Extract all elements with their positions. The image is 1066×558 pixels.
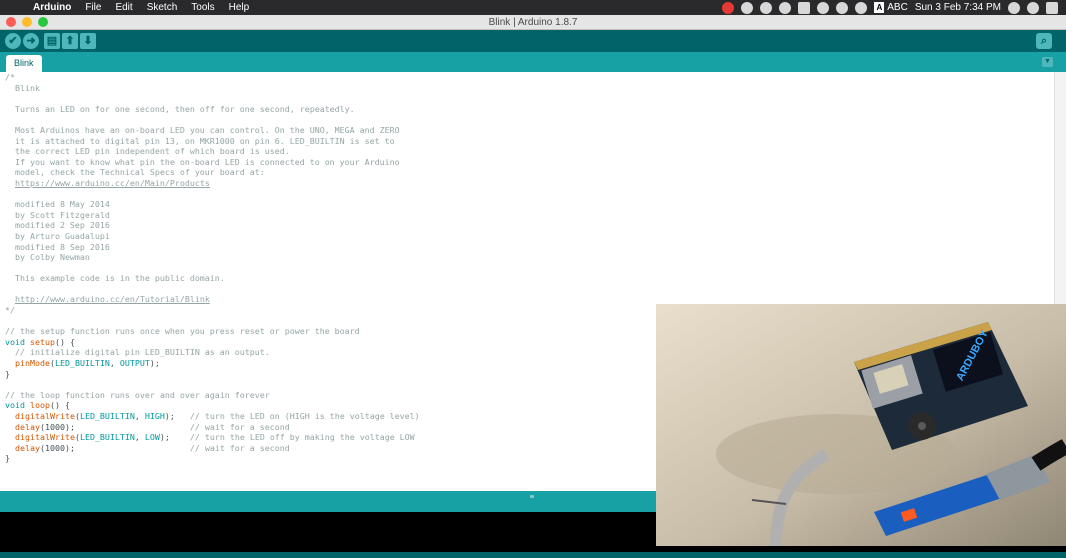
code-line[interactable] (5, 379, 420, 390)
minimize-window-button[interactable] (22, 17, 32, 27)
siri-icon[interactable] (1027, 1, 1039, 14)
tab-strip: Blink ▼ (0, 52, 1066, 72)
window-title-bar: Blink | Arduino 1.8.7 (0, 15, 1066, 30)
code-line[interactable]: the correct LED pin independent of which… (5, 146, 420, 157)
webcam-overlay: ARDUBOY (656, 304, 1066, 546)
input-source-menu[interactable]: A ABC (874, 2, 908, 13)
code-line[interactable]: modified 8 Sep 2016 (5, 242, 420, 253)
tab-menu-button[interactable]: ▼ (1042, 57, 1053, 67)
menu-bar: Arduino File Edit Sketch Tools Help A AB… (0, 0, 1066, 15)
code-line[interactable]: Blink (5, 83, 420, 94)
code-line[interactable]: If you want to know what pin the on-boar… (5, 157, 420, 168)
input-source-badge: A (874, 2, 885, 13)
tray-app-icon[interactable] (741, 1, 754, 14)
code-line[interactable]: // the loop function runs over and over … (5, 390, 420, 401)
code-line[interactable] (5, 316, 420, 327)
toolbar: ✔ ➜ ▤ ⬆ ⬇ ⌕ (0, 30, 1066, 52)
code-line[interactable]: */ (5, 305, 420, 316)
status-bar (0, 552, 1066, 558)
menu-help[interactable]: Help (222, 0, 257, 15)
maximize-window-button[interactable] (38, 17, 48, 27)
wifi-icon[interactable] (855, 1, 868, 14)
code-line[interactable]: it is attached to digital pin 13, on MKR… (5, 136, 420, 147)
code-line[interactable] (5, 284, 420, 295)
bluetooth-icon[interactable] (836, 1, 849, 14)
menu-tools[interactable]: Tools (184, 0, 221, 15)
code-line[interactable]: } (5, 453, 420, 464)
code-line[interactable]: delay(1000); // wait for a second (5, 443, 420, 454)
code-line[interactable]: Turns an LED on for one second, then off… (5, 104, 420, 115)
upload-button[interactable]: ➜ (23, 33, 39, 49)
time-machine-icon[interactable] (817, 1, 830, 14)
code-line[interactable]: } (5, 369, 420, 380)
code-line[interactable]: modified 8 May 2014 (5, 199, 420, 210)
input-source-label: ABC (887, 2, 908, 13)
code-line[interactable]: modified 2 Sep 2016 (5, 220, 420, 231)
skype-icon[interactable] (760, 1, 773, 14)
code-line[interactable]: digitalWrite(LED_BUILTIN, LOW); // turn … (5, 432, 420, 443)
open-sketch-button[interactable]: ⬆ (62, 33, 78, 49)
new-sketch-button[interactable]: ▤ (44, 33, 60, 49)
code-line[interactable] (5, 189, 420, 200)
code-line[interactable]: Most Arduinos have an on-board LED you c… (5, 125, 420, 136)
close-window-button[interactable] (6, 17, 16, 27)
code-line[interactable]: // initialize digital pin LED_BUILTIN as… (5, 347, 420, 358)
code-line[interactable]: This example code is in the public domai… (5, 273, 420, 284)
code-line[interactable]: pinMode(LED_BUILTIN, OUTPUT); (5, 358, 420, 369)
code-text[interactable]: /* Blink Turns an LED on for one second,… (5, 72, 420, 464)
code-line[interactable]: /* (5, 72, 420, 83)
code-line[interactable]: by Arturo Guadalupi (5, 231, 420, 242)
menu-edit[interactable]: Edit (108, 0, 139, 15)
notification-center-icon[interactable] (1046, 1, 1058, 14)
tray-app-icon-2[interactable] (779, 1, 792, 14)
code-line[interactable] (5, 93, 420, 104)
tab-blink[interactable]: Blink (6, 55, 42, 72)
code-line[interactable]: delay(1000); // wait for a second (5, 422, 420, 433)
serial-monitor-button[interactable]: ⌕ (1036, 33, 1052, 49)
tray-app-icon-3[interactable] (798, 1, 811, 14)
code-line[interactable] (5, 114, 420, 125)
menu-file[interactable]: File (78, 0, 108, 15)
code-line[interactable] (5, 263, 420, 274)
menu-arduino[interactable]: Arduino (26, 0, 78, 15)
record-status-icon[interactable] (722, 1, 735, 14)
code-line[interactable]: digitalWrite(LED_BUILTIN, HIGH); // turn… (5, 411, 420, 422)
window-title: Blink | Arduino 1.8.7 (488, 17, 578, 28)
code-line[interactable]: by Scott Fitzgerald (5, 210, 420, 221)
code-line[interactable]: void loop() { (5, 400, 420, 411)
code-line[interactable]: http://www.arduino.cc/en/Tutorial/Blink (5, 294, 420, 305)
divider-grip[interactable] (530, 495, 534, 498)
code-line[interactable]: model, check the Technical Specs of your… (5, 167, 420, 178)
code-line[interactable]: https://www.arduino.cc/en/Main/Products (5, 178, 420, 189)
webcam-photo: ARDUBOY (656, 304, 1066, 546)
code-line[interactable]: // the setup function runs once when you… (5, 326, 420, 337)
code-line[interactable]: void setup() { (5, 337, 420, 348)
menu-sketch[interactable]: Sketch (140, 0, 185, 15)
code-line[interactable]: by Colby Newman (5, 252, 420, 263)
clock[interactable]: Sun 3 Feb 7:34 PM (915, 2, 1001, 13)
spotlight-search-icon[interactable] (1008, 1, 1020, 14)
verify-button[interactable]: ✔ (5, 33, 21, 49)
save-sketch-button[interactable]: ⬇ (80, 33, 96, 49)
